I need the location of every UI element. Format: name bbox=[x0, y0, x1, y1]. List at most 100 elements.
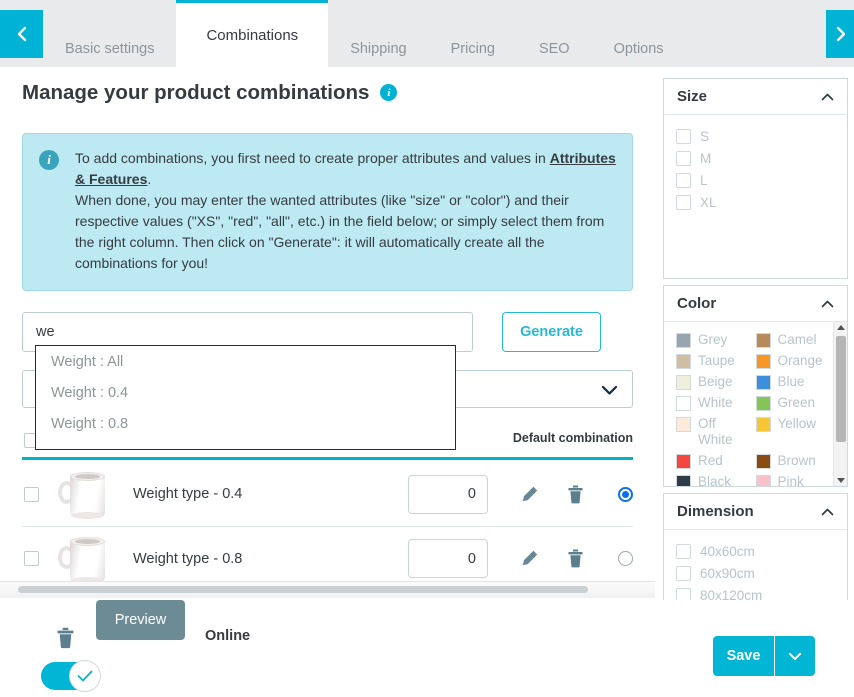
checkbox[interactable] bbox=[676, 194, 691, 210]
online-toggle[interactable] bbox=[41, 660, 101, 692]
option-label: Taupe bbox=[698, 353, 735, 368]
checkbox[interactable] bbox=[676, 172, 691, 188]
default-combination-header: Default combination bbox=[512, 431, 633, 445]
panel-size-header[interactable]: Size bbox=[664, 79, 847, 115]
edit-icon[interactable] bbox=[512, 549, 546, 568]
tab-label: Combinations bbox=[206, 26, 299, 44]
dimension-option-40x60[interactable]: 40x60cm bbox=[676, 540, 835, 562]
checkbox[interactable] bbox=[676, 128, 691, 144]
info-alert-icon: i bbox=[39, 150, 59, 170]
panel-color-header[interactable]: Color bbox=[664, 286, 847, 322]
tab-label: Options bbox=[613, 40, 664, 57]
size-option-s[interactable]: S bbox=[676, 125, 835, 147]
panel-color-body: Grey Camel Taupe Orange Beige Blue White… bbox=[664, 322, 847, 486]
option-label: 40x60cm bbox=[700, 543, 755, 559]
delete-icon[interactable] bbox=[558, 485, 592, 504]
product-combinations-page: Basic settings Combinations Shipping Pri… bbox=[0, 0, 854, 697]
color-option-white[interactable]: White bbox=[676, 395, 750, 411]
color-swatch bbox=[755, 333, 771, 348]
autocomplete-item[interactable]: Weight : All bbox=[36, 346, 455, 377]
color-option-camel[interactable]: Camel bbox=[755, 332, 830, 348]
tab-combinations[interactable]: Combinations bbox=[176, 0, 329, 67]
tabs-prev-arrow-icon[interactable] bbox=[0, 10, 43, 58]
product-thumbnail bbox=[57, 468, 113, 520]
size-option-l[interactable]: L bbox=[676, 169, 835, 191]
save-button[interactable]: Save bbox=[713, 636, 774, 676]
panel-size: Size S M L XL bbox=[663, 78, 848, 279]
color-swatch bbox=[755, 354, 771, 369]
color-swatch bbox=[676, 375, 691, 390]
color-option-black[interactable]: Black bbox=[676, 474, 750, 486]
panel-color: Color Grey Camel Taupe Orange Beige Blue… bbox=[663, 285, 848, 487]
color-option-off-white[interactable]: Off White bbox=[676, 416, 750, 448]
color-option-brown[interactable]: Brown bbox=[755, 453, 830, 469]
generate-button[interactable]: Generate bbox=[502, 312, 601, 352]
page-title-text: Manage your product combinations bbox=[22, 80, 370, 104]
page-title: Manage your product combinations i bbox=[22, 80, 398, 105]
color-option-pink[interactable]: Pink bbox=[755, 474, 830, 486]
color-list-scrollbar-thumb[interactable] bbox=[836, 336, 846, 442]
quantity-input[interactable] bbox=[408, 539, 488, 578]
color-option-yellow[interactable]: Yellow bbox=[755, 416, 830, 448]
save-dropdown-button[interactable] bbox=[774, 636, 815, 676]
row-checkbox[interactable] bbox=[24, 551, 39, 566]
panel-dimension-header[interactable]: Dimension bbox=[664, 494, 847, 530]
content-area: Manage your product combinations i i To … bbox=[0, 67, 854, 623]
delete-product-icon[interactable] bbox=[57, 627, 74, 654]
option-label: Black bbox=[698, 474, 732, 486]
alert-line2: When done, you may enter the wanted attr… bbox=[75, 192, 605, 271]
color-option-grey[interactable]: Grey bbox=[676, 332, 750, 348]
autocomplete-item[interactable]: Weight : 0.8 bbox=[36, 408, 455, 439]
chevron-down-icon bbox=[788, 652, 802, 660]
horizontal-scrollbar[interactable] bbox=[0, 581, 655, 598]
table-row[interactable]: Weight type - 0.4 bbox=[22, 462, 633, 526]
color-swatch bbox=[676, 417, 691, 432]
preview-button[interactable]: Preview bbox=[96, 600, 185, 640]
chevron-up-icon bbox=[821, 503, 834, 520]
option-label: Brown bbox=[777, 453, 816, 468]
chevron-down-icon bbox=[601, 383, 618, 401]
color-list-scrollbar[interactable] bbox=[833, 322, 847, 486]
checkbox[interactable] bbox=[676, 565, 691, 581]
horizontal-scrollbar-thumb[interactable] bbox=[18, 586, 588, 593]
size-option-m[interactable]: M bbox=[676, 147, 835, 169]
autocomplete-item[interactable]: Weight : 0.4 bbox=[36, 377, 455, 408]
scroll-up-arrow-icon[interactable] bbox=[837, 325, 845, 330]
checkbox[interactable] bbox=[676, 150, 691, 166]
color-swatch bbox=[676, 396, 691, 411]
checkbox[interactable] bbox=[676, 543, 691, 559]
color-swatch bbox=[755, 396, 771, 411]
delete-icon[interactable] bbox=[558, 549, 592, 568]
color-option-orange[interactable]: Orange bbox=[755, 353, 830, 369]
size-option-xl[interactable]: XL bbox=[676, 191, 835, 213]
quantity-input[interactable] bbox=[408, 474, 488, 514]
default-combination-radio[interactable] bbox=[618, 486, 633, 502]
dimension-option-60x90[interactable]: 60x90cm bbox=[676, 562, 835, 584]
option-label: S bbox=[700, 128, 710, 144]
option-label: Green bbox=[777, 395, 816, 410]
default-combination-radio[interactable] bbox=[618, 551, 633, 566]
option-label: Off White bbox=[698, 416, 733, 447]
panel-title: Dimension bbox=[677, 503, 754, 520]
scroll-down-arrow-icon[interactable] bbox=[837, 478, 845, 483]
panel-title: Size bbox=[677, 88, 708, 105]
color-option-red[interactable]: Red bbox=[676, 453, 750, 469]
color-option-green[interactable]: Green bbox=[755, 395, 830, 411]
edit-icon[interactable] bbox=[512, 485, 546, 504]
option-label: 60x90cm bbox=[700, 565, 755, 581]
tabs-next-arrow-icon[interactable] bbox=[826, 10, 854, 58]
mug-inner-icon bbox=[75, 538, 100, 544]
panel-size-body: S M L XL bbox=[664, 115, 847, 278]
chevron-left-icon bbox=[17, 26, 26, 42]
color-option-taupe[interactable]: Taupe bbox=[676, 353, 750, 369]
option-label: Red bbox=[698, 453, 723, 468]
color-option-beige[interactable]: Beige bbox=[676, 374, 750, 390]
combination-label: Weight type - 0.4 bbox=[133, 486, 243, 502]
autocomplete-dropdown: Weight : All Weight : 0.4 Weight : 0.8 bbox=[35, 345, 456, 450]
row-checkbox[interactable] bbox=[24, 486, 39, 502]
info-icon[interactable]: i bbox=[380, 84, 398, 102]
info-alert-body: To add combinations, you first need to c… bbox=[75, 148, 616, 274]
product-thumbnail bbox=[57, 533, 113, 585]
bottom-action-bar: Preview Online Save bbox=[0, 600, 854, 697]
color-option-blue[interactable]: Blue bbox=[755, 374, 830, 390]
